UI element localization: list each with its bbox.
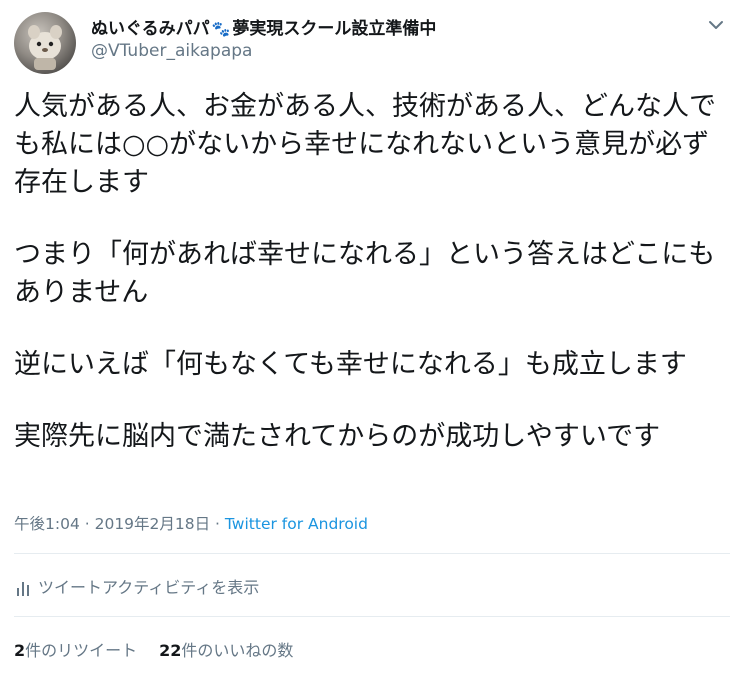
tweet-paragraph: つまり「何があれば幸せになれる」という答えはどこにもありません (14, 239, 716, 308)
retweets-label: 件のリツイート (25, 641, 138, 660)
tweet-paragraph: 人気がある人、お金がある人、技術がある人、どんな人でも私には○○がないから幸せに… (14, 91, 716, 198)
tweet-activity-label: ツイートアクティビティを表示 (38, 578, 260, 597)
tweet-source-link[interactable]: Twitter for Android (225, 515, 368, 533)
meta-separator: · (79, 515, 95, 533)
retweets-count: 2 (14, 641, 26, 660)
display-name-suffix: 夢実現スクール設立準備中 (232, 19, 437, 39)
tweet-stats: 2件のリツイート 22件のいいねの数 (14, 637, 293, 661)
plush-toy-avatar-icon (28, 25, 62, 70)
display-name-text: ぬいぐるみパパ (91, 19, 210, 39)
tweet-menu-button[interactable] (705, 14, 727, 36)
likes-label: 件のいいねの数 (181, 641, 294, 660)
tweet-paragraph: 逆にいえば「何もなくても幸せになれる」も成立します (14, 349, 687, 380)
display-name[interactable]: ぬいぐるみパパ 🐾 夢実現スクール設立準備中 (91, 14, 436, 39)
avatar[interactable] (14, 12, 76, 74)
retweets-stat[interactable]: 2件のリツイート (14, 641, 137, 660)
paw-prints-icon: 🐾 (211, 20, 231, 38)
tweet-metadata: 午後1:04 · 2019年2月18日 · Twitter for Androi… (14, 512, 368, 534)
tweet-date[interactable]: 2019年2月18日 (95, 515, 211, 533)
chevron-down-icon (709, 21, 723, 29)
likes-stat[interactable]: 22件のいいねの数 (159, 641, 293, 660)
tweet-activity-link[interactable]: ツイートアクティビティを表示 (16, 574, 259, 598)
user-handle[interactable]: @VTuber_aikapapa (91, 41, 252, 61)
tweet-time[interactable]: 午後1:04 (14, 515, 80, 533)
divider (14, 553, 730, 554)
tweet-paragraph: 実際先に脳内で満たされてからのが成功しやすいです (14, 421, 661, 452)
likes-count: 22 (159, 641, 182, 660)
tweet-card: ぬいぐるみパパ 🐾 夢実現スクール設立準備中 @VTuber_aikapapa 人気… (0, 0, 744, 677)
divider (14, 616, 730, 617)
meta-separator: · (210, 515, 225, 533)
tweet-text: 人気がある人、お金がある人、技術がある人、どんな人でも私には○○がないから幸せに… (14, 88, 730, 456)
bar-chart-icon (17, 582, 29, 596)
